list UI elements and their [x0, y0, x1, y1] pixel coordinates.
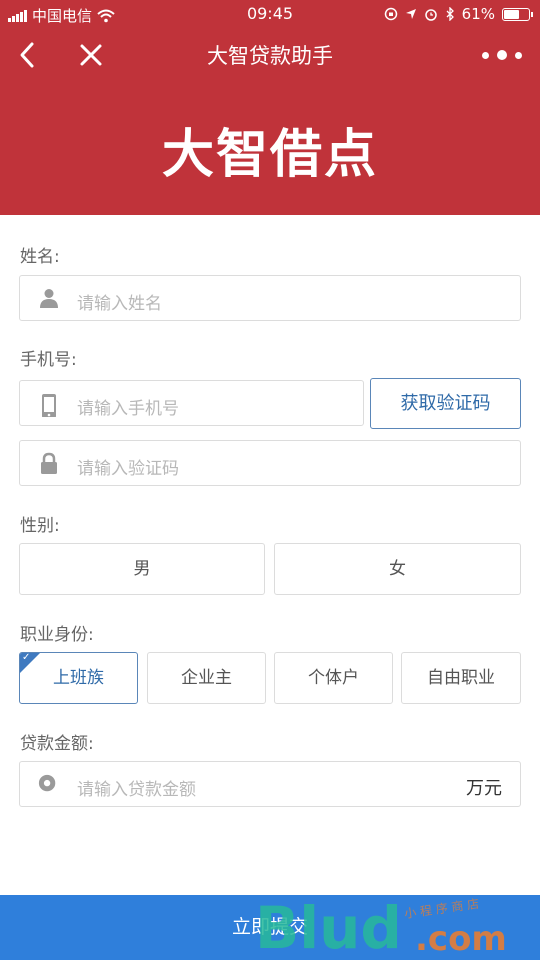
- get-code-button[interactable]: 获取验证码: [370, 378, 521, 429]
- orientation-lock-icon: [384, 7, 397, 21]
- phone-input[interactable]: 请输入手机号: [19, 380, 364, 426]
- occupation-label: 职业身份:: [20, 625, 94, 645]
- check-icon: ✓: [22, 652, 31, 663]
- battery-percent: 61%: [461, 5, 495, 23]
- amount-unit: 万元: [466, 778, 502, 799]
- chevron-left-icon: [20, 42, 34, 68]
- more-dot: [482, 51, 489, 59]
- brand-logo: 大智借点: [161, 125, 378, 185]
- close-button[interactable]: [76, 38, 106, 72]
- more-dot: [515, 51, 522, 59]
- more-button[interactable]: [482, 42, 522, 68]
- person-icon: [40, 289, 58, 308]
- occupation-option-freelancer[interactable]: 自由职业: [401, 652, 521, 704]
- lock-icon: [41, 452, 57, 474]
- amount-input[interactable]: 请输入贷款金额 万元: [19, 761, 521, 807]
- close-icon: [80, 44, 102, 66]
- phone-placeholder: 请输入手机号: [77, 399, 179, 419]
- name-placeholder: 请输入姓名: [77, 294, 162, 314]
- code-input[interactable]: 请输入验证码: [19, 440, 521, 486]
- nav-bar: 大智贷款助手: [0, 30, 540, 80]
- occupation-option-owner[interactable]: 企业主: [147, 652, 266, 704]
- phone-icon: [42, 394, 56, 417]
- name-input[interactable]: 请输入姓名: [19, 275, 521, 321]
- coin-icon: [38, 774, 56, 792]
- status-bar: 中国电信 09:45 61%: [0, 0, 540, 30]
- occupation-option-employee[interactable]: ✓ 上班族: [19, 652, 138, 704]
- phone-label: 手机号:: [20, 350, 77, 370]
- more-dot: [497, 50, 507, 60]
- gender-label: 性别:: [20, 516, 60, 536]
- gender-option-female[interactable]: 女: [274, 543, 521, 595]
- bluetooth-icon: [446, 7, 454, 21]
- name-label: 姓名:: [20, 247, 60, 267]
- header: 中国电信 09:45 61% 大智贷款助手 大智借点: [0, 0, 540, 215]
- amount-placeholder: 请输入贷款金额: [77, 780, 196, 800]
- code-placeholder: 请输入验证码: [77, 459, 179, 479]
- battery-level: [504, 9, 519, 19]
- back-button[interactable]: [14, 38, 44, 72]
- amount-label: 贷款金额:: [20, 734, 94, 754]
- occupation-option-self-employed[interactable]: 个体户: [274, 652, 393, 704]
- occupation-option-label: 上班族: [53, 668, 104, 688]
- alarm-icon: [424, 9, 437, 21]
- battery-icon: [502, 7, 533, 21]
- status-right: 61%: [384, 5, 533, 23]
- location-icon: [405, 9, 416, 19]
- gender-option-male[interactable]: 男: [19, 543, 265, 595]
- submit-button[interactable]: 立即提交: [0, 895, 540, 960]
